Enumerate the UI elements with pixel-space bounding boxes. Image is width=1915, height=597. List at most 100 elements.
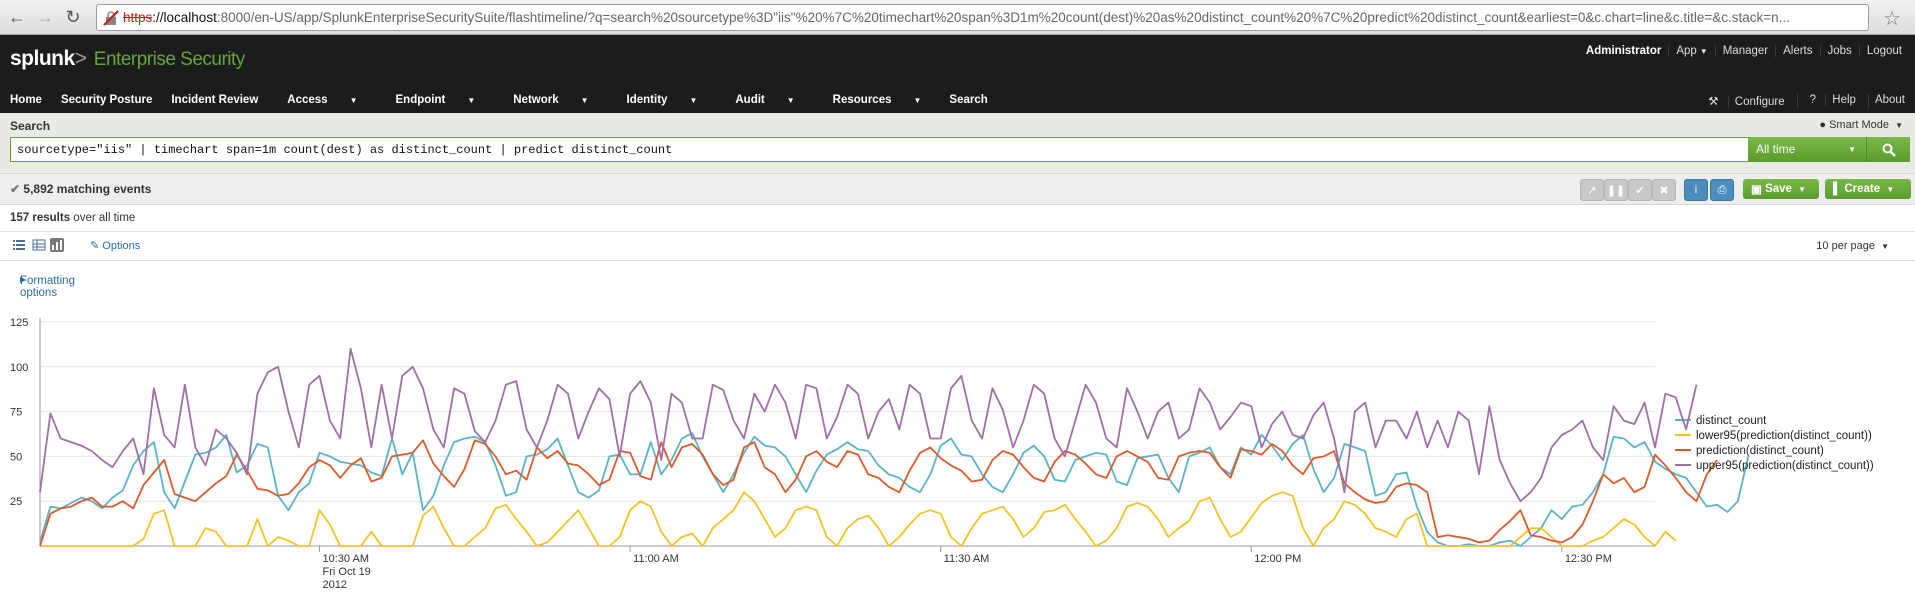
- line-chart: 25 50 75 100 125 10:30 AM Fri Oct 19 2012 11:00 …: [0, 310, 1915, 592]
- y-tick-label: 125: [10, 317, 28, 329]
- cancel-icon[interactable]: ✖: [1652, 179, 1676, 201]
- alerts-link[interactable]: Alerts: [1775, 45, 1819, 57]
- create-label: Create: [1844, 183, 1881, 195]
- chevron-down-icon: ▼: [1886, 184, 1895, 194]
- options-link[interactable]: ✎ Options: [90, 239, 140, 252]
- chevron-down-icon: ▼: [1895, 121, 1903, 130]
- bookmark-star-icon[interactable]: ☆: [1883, 6, 1901, 31]
- address-bar[interactable]: https://localhost:8000/en-US/app/SplunkE…: [96, 4, 1869, 31]
- job-status-bar: ✔ 5,892 matching events ↗ ❚❚ ✔ ✖ i ⎙ ▣ S…: [0, 174, 1915, 205]
- forward-icon[interactable]: →: [34, 6, 56, 28]
- app-name: Enterprise Security: [93, 49, 246, 70]
- finalize-icon[interactable]: ✔: [1628, 179, 1652, 201]
- app-menu[interactable]: App ▼: [1668, 45, 1714, 57]
- reload-icon[interactable]: ↻: [62, 6, 84, 28]
- x-tick-sublabel: 2012: [323, 579, 347, 591]
- legend-entry: lower95(prediction(distinct_count)): [1696, 430, 1872, 442]
- create-button[interactable]: ▌ Create ▼: [1825, 179, 1911, 199]
- configure-link[interactable]: ⚒ Configure: [1696, 94, 1796, 108]
- nav-home[interactable]: Home: [0, 94, 51, 106]
- search-mode-dropdown[interactable]: ● Smart Mode ▼: [1819, 119, 1903, 131]
- nav-audit[interactable]: Audit ▼: [715, 94, 812, 106]
- x-tick-label: 12:30 PM: [1565, 553, 1612, 565]
- manager-link[interactable]: Manager: [1714, 45, 1775, 57]
- list-view-icon[interactable]: [12, 238, 26, 252]
- print-icon[interactable]: ⎙: [1710, 179, 1734, 201]
- logout-link[interactable]: Logout: [1858, 45, 1909, 57]
- legend-entry: prediction(distinct_count): [1696, 445, 1824, 457]
- matching-events-label: 5,892 matching events: [23, 182, 152, 196]
- matching-events: ✔ 5,892 matching events: [10, 182, 151, 196]
- results-suffix: over all time: [70, 212, 136, 224]
- search-icon: [1882, 143, 1896, 157]
- floppy-icon: ▣: [1751, 184, 1762, 196]
- help-link[interactable]: ? Help: [1796, 94, 1868, 108]
- info-icon[interactable]: i: [1684, 179, 1708, 201]
- per-page-dropdown[interactable]: 10 per page ▼: [1816, 240, 1889, 252]
- per-page-label: 10 per page: [1816, 240, 1876, 252]
- time-range-picker[interactable]: All time ▼: [1748, 137, 1866, 162]
- nav-incident-review[interactable]: Incident Review: [161, 94, 267, 106]
- chevron-down-icon: ▼: [349, 96, 358, 105]
- search-button[interactable]: [1866, 137, 1910, 162]
- configure-label: Configure: [1727, 96, 1791, 108]
- save-label: Save: [1765, 183, 1792, 195]
- app-nav: Home Security Posture Incident Review Ac…: [0, 91, 1915, 113]
- bar-chart-icon: ▌: [1833, 183, 1842, 195]
- chevron-down-icon: ▼: [786, 96, 795, 105]
- series-line-3: [39, 348, 1698, 503]
- results-count: 157 results: [10, 212, 71, 224]
- nav-resources-label: Resources: [832, 94, 892, 106]
- jobs-link[interactable]: Jobs: [1819, 45, 1859, 57]
- url-host: ://localhost: [152, 10, 217, 25]
- nav-identity[interactable]: Identity ▼: [607, 94, 716, 106]
- pause-icon[interactable]: ❚❚: [1604, 179, 1628, 201]
- nav-audit-label: Audit: [735, 94, 765, 106]
- search-label: Search: [10, 119, 51, 133]
- browser-toolbar: ← → ↻ https://localhost:8000/en-US/app/S…: [0, 0, 1915, 35]
- nav-network-label: Network: [513, 94, 559, 106]
- chevron-down-icon: ▼: [1699, 47, 1708, 56]
- y-tick-label: 50: [10, 451, 22, 463]
- results-summary: 157 results over all time: [0, 205, 1915, 232]
- help-icon: ?: [1809, 94, 1817, 106]
- admin-link[interactable]: Administrator: [1579, 45, 1668, 57]
- chevron-down-icon: ▼: [913, 96, 922, 105]
- back-icon[interactable]: ←: [6, 6, 28, 28]
- chevron-down-icon: ▼: [1848, 145, 1856, 154]
- results-summary-text: 157 results over all time: [10, 212, 135, 224]
- nav-search[interactable]: Search: [939, 94, 996, 106]
- send-to-background-icon[interactable]: ↗: [1580, 179, 1604, 201]
- formatting-options-toggle[interactable]: ▶ Formatting options: [0, 261, 1915, 299]
- y-tick-label: 100: [10, 362, 28, 374]
- table-view-icon[interactable]: [32, 238, 46, 252]
- lightbulb-icon: ●: [1819, 119, 1827, 131]
- nav-endpoint[interactable]: Endpoint ▼: [376, 94, 494, 106]
- about-link[interactable]: About: [1867, 94, 1911, 108]
- checkmark-icon: ✔: [10, 182, 21, 196]
- search-area: Search ● Smart Mode ▼ sourcetype="iis" |…: [0, 113, 1915, 174]
- chevron-down-icon: ▼: [689, 96, 698, 105]
- insecure-lock-icon: [103, 9, 119, 26]
- logo-text: splunk: [10, 47, 75, 70]
- edit-icon: ✎: [90, 240, 100, 252]
- help-label: Help: [1825, 94, 1862, 106]
- url-protocol: https: [123, 10, 153, 25]
- x-tick-label: 11:00 AM: [633, 553, 679, 565]
- splunk-logo[interactable]: splunk> Enterprise Security: [10, 47, 245, 71]
- nav-network[interactable]: Network ▼: [493, 94, 606, 106]
- chevron-down-icon: ▼: [467, 96, 476, 105]
- x-tick-label: 10:30 AM: [323, 553, 369, 565]
- chart-view-icon[interactable]: [50, 238, 64, 252]
- legend-entry: upper95(prediction(distinct_count)): [1696, 460, 1874, 472]
- search-input[interactable]: sourcetype="iis" | timechart span=1m cou…: [10, 137, 1748, 162]
- nav-resources[interactable]: Resources ▼: [813, 94, 940, 106]
- nav-access[interactable]: Access ▼: [267, 94, 375, 106]
- legend-entry: distinct_count: [1696, 415, 1767, 427]
- nav-access-label: Access: [287, 94, 328, 106]
- series-line-1: [40, 491, 1677, 547]
- y-tick-label: 75: [10, 407, 22, 419]
- nav-security-posture[interactable]: Security Posture: [51, 94, 161, 106]
- save-button[interactable]: ▣ Save ▼: [1743, 179, 1819, 199]
- time-range-label: All time: [1756, 142, 1796, 156]
